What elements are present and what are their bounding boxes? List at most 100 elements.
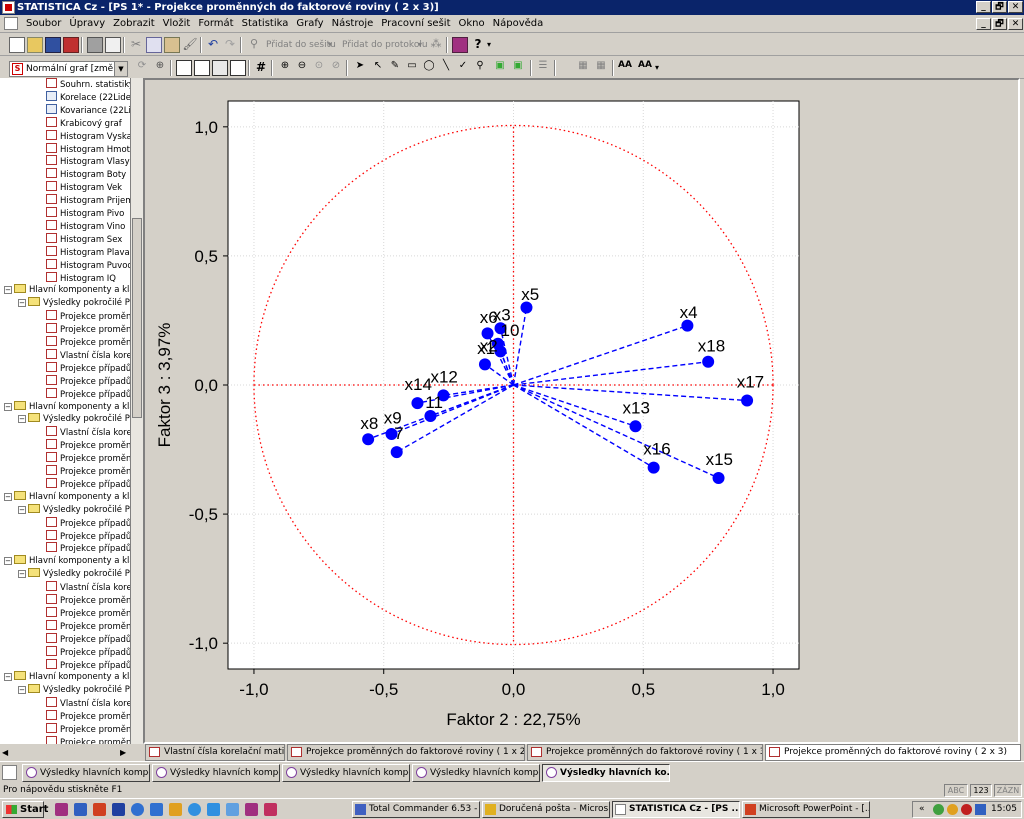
tray-icon[interactable] — [933, 804, 944, 815]
quicklaunch-icon[interactable] — [226, 803, 239, 816]
menu-item[interactable]: Soubor — [22, 15, 65, 32]
tab-projection-1x2[interactable]: Projekce proměnných do faktorové roviny … — [287, 744, 525, 761]
layout-icon[interactable] — [230, 60, 246, 76]
collapse-icon[interactable]: − — [18, 299, 26, 308]
quicklaunch-icon[interactable] — [188, 803, 201, 816]
edit-text-icon[interactable]: ✎ — [387, 60, 403, 76]
collapse-icon[interactable]: − — [4, 402, 12, 411]
tree-folder[interactable]: − Výsledky pokročilé PC — [18, 684, 130, 697]
tree-item[interactable]: Projekce případů — [46, 387, 130, 401]
tree-item[interactable]: Projekce proměnn — [46, 452, 130, 465]
format-painter-icon[interactable]: 🖌 — [182, 37, 198, 53]
tree-folder[interactable]: − Hlavní komponenty a klas — [4, 555, 130, 568]
graph-refresh-icon[interactable]: ⟳ — [134, 60, 150, 76]
scroll-left-icon[interactable]: ◀ — [2, 748, 8, 757]
tree-item[interactable]: Projekce případů — [46, 645, 130, 659]
graph-zoom-icon[interactable]: ⊕ — [152, 60, 168, 76]
magic-wand-icon[interactable]: ⁂ — [428, 37, 444, 53]
save-icon[interactable] — [45, 37, 61, 53]
menu-item[interactable]: Statistika — [238, 15, 293, 32]
tree-item[interactable]: Projekce případů — [46, 632, 130, 646]
undo-icon[interactable]: ↶ — [205, 37, 221, 53]
align-icon[interactable]: ☰ — [535, 60, 551, 76]
unlock-icon[interactable]: ▣ — [510, 60, 526, 76]
quicklaunch-icon[interactable] — [55, 803, 68, 816]
chevron-down-icon[interactable]: ▾ — [328, 40, 332, 49]
tree-item[interactable]: Projekce případů — [46, 516, 130, 530]
tree-item[interactable]: Histogram Prijem — [46, 194, 130, 207]
tree-item[interactable]: Korelace (22Lide. — [46, 90, 130, 104]
tree-folder[interactable]: − Výsledky pokročilé PC — [18, 413, 130, 426]
tree-item[interactable]: Histogram Plavan — [46, 245, 130, 259]
tray-icon[interactable] — [947, 804, 958, 815]
font-larger-icon[interactable]: AA — [617, 60, 633, 76]
zoom-fit-icon[interactable]: ⊘ — [328, 60, 344, 76]
line-tool-icon[interactable]: ╲ — [438, 60, 454, 76]
chevron-down-icon[interactable]: ▾ — [418, 40, 422, 49]
brush-options-icon[interactable]: ⚲ — [472, 60, 488, 76]
tree-item[interactable]: Projekce případů — [46, 658, 130, 672]
tree-item[interactable]: Histogram Pivo — [46, 207, 124, 220]
menu-item[interactable]: Nápověda — [489, 15, 548, 32]
tree-item[interactable]: Histogram Boty — [46, 168, 126, 181]
menu-item[interactable]: Pracovní sešit — [377, 15, 454, 32]
task-total-commander[interactable]: Total Commander 6.53 - ... — [352, 801, 480, 818]
open-icon[interactable] — [27, 37, 43, 53]
close-button[interactable]: ✕ — [1008, 1, 1023, 13]
document-icon[interactable] — [4, 17, 18, 30]
tree-item[interactable]: Histogram IQ — [46, 271, 116, 285]
brush-tool-icon[interactable]: ✓ — [455, 60, 471, 76]
tree-item[interactable]: Kovariance (22Lid — [46, 103, 130, 117]
paste-icon[interactable] — [164, 37, 180, 53]
chevron-down-icon[interactable]: ▾ — [487, 40, 491, 49]
tab-projection-1x3[interactable]: Projekce proměnných do faktorové roviny … — [527, 744, 763, 761]
add-to-workbook-button[interactable]: Přidat do sešitu — [266, 40, 336, 50]
menu-item[interactable]: Nástroje — [328, 15, 378, 32]
tree-item[interactable]: Projekce proměnn — [46, 310, 130, 323]
ellipse-tool-icon[interactable]: ◯ — [421, 60, 437, 76]
arrow-tool-icon[interactable]: ↖ — [370, 60, 386, 76]
context-help-icon[interactable]: ? — [470, 37, 486, 53]
menu-item[interactable]: Okno — [455, 15, 489, 32]
doc-close-button[interactable]: ✕ — [1008, 18, 1023, 30]
collapse-icon[interactable]: − — [18, 570, 26, 579]
quicklaunch-icon[interactable] — [207, 803, 220, 816]
chevron-down-icon[interactable]: ▼ — [114, 62, 127, 76]
pointer-icon[interactable]: ➤ — [352, 60, 368, 76]
tab-eigenvalues[interactable]: Vlastní čísla korelační matice — [145, 744, 285, 761]
task-statistica[interactable]: STATISTICA Cz - [PS ... — [612, 801, 740, 818]
collapse-icon[interactable]: − — [4, 286, 12, 295]
grid-icon[interactable]: # — [253, 60, 269, 76]
tree-item[interactable]: Souhrn. statistiky — [46, 78, 130, 91]
binoculars-icon[interactable]: ⚲ — [246, 37, 262, 53]
factor-plane-chart[interactable]: x5x4x18x17x13x16x15x3x610x2x1x12x1411x9x… — [145, 80, 1018, 742]
tree-item[interactable]: Projekce případů — [46, 374, 130, 388]
quicklaunch-icon[interactable] — [131, 803, 144, 816]
quicklaunch-icon[interactable] — [169, 803, 182, 816]
tree-item[interactable]: Histogram Sex — [46, 232, 122, 246]
chevron-down-icon[interactable]: ▾ — [655, 63, 659, 72]
tree-item[interactable]: Projekce proměnn — [46, 723, 130, 736]
collapse-icon[interactable]: − — [18, 505, 26, 514]
rectangle-tool-icon[interactable]: ▭ — [404, 60, 420, 76]
scroll-thumb[interactable] — [132, 218, 142, 418]
tree-item[interactable]: Vlastní čísla korel — [46, 426, 130, 439]
bring-front-icon[interactable]: ▦ — [575, 60, 591, 76]
help-book-icon[interactable] — [452, 37, 468, 53]
doc-restore-button[interactable]: 🗗 — [992, 18, 1007, 30]
tree-item[interactable]: Projekce případů — [46, 361, 130, 375]
plot-options-icon[interactable] — [194, 60, 210, 76]
menu-item[interactable]: Zobrazit — [109, 15, 159, 32]
menu-item[interactable]: Vložit — [159, 15, 195, 32]
tree-item[interactable]: Projekce proměnn — [46, 710, 130, 723]
menu-item[interactable]: Formát — [194, 15, 237, 32]
tree-item[interactable]: Histogram Hmotn — [46, 142, 130, 156]
tree-folder[interactable]: − Výsledky pokročilé PC — [18, 568, 130, 581]
tree-folder[interactable]: − Výsledky pokročilé PC — [18, 297, 130, 310]
workbook-tab[interactable]: Výsledky hlavních kompo... — [412, 764, 540, 782]
tree-item[interactable]: Projekce případů — [46, 529, 130, 543]
quicklaunch-icon[interactable] — [93, 803, 106, 816]
tree-item[interactable]: Projekce proměnn — [46, 465, 130, 478]
tree-item[interactable]: Projekce proměnn — [46, 323, 130, 336]
zoom-out-icon[interactable]: ⊖ — [294, 60, 310, 76]
